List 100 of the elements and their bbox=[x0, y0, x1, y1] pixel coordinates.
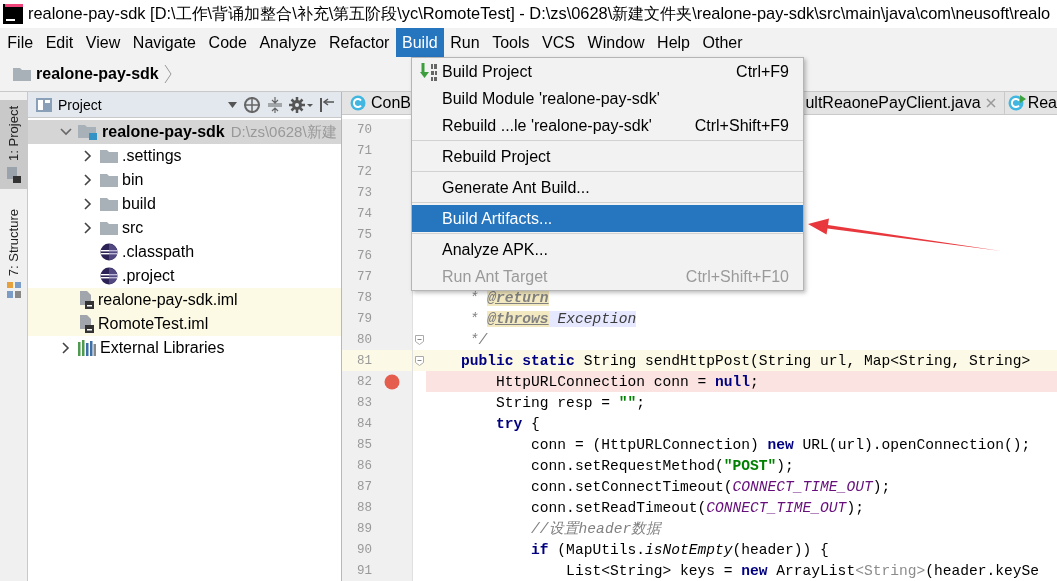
line-number: 84 bbox=[356, 416, 372, 431]
menu-item[interactable]: Generate Ant Build... bbox=[412, 174, 803, 201]
line-number: 91 bbox=[356, 563, 372, 578]
menu-item[interactable]: Run bbox=[443, 28, 486, 57]
menu-item[interactable]: Other bbox=[696, 28, 749, 57]
tree-row[interactable]: .classpath bbox=[28, 240, 341, 264]
tree-row[interactable]: RomoteTest.iml bbox=[28, 312, 341, 336]
line-number: 87 bbox=[356, 479, 372, 494]
line-number: 74 bbox=[356, 206, 372, 221]
tree-item-label: .settings bbox=[122, 147, 182, 165]
crosshair-icon[interactable] bbox=[243, 95, 261, 114]
menu-item[interactable]: File bbox=[1, 28, 40, 57]
line-number: 90 bbox=[356, 542, 372, 557]
fold-marker-icon[interactable] bbox=[415, 334, 424, 345]
menu-item[interactable]: Navigate bbox=[126, 28, 203, 57]
line-number: 71 bbox=[356, 143, 372, 158]
menu-item[interactable]: Rebuild ...le 'realone-pay-sdk' Ctrl+Shift+F9 bbox=[412, 112, 803, 139]
breadcrumb-item[interactable]: realone-pay-sdk bbox=[36, 65, 159, 83]
menu-item[interactable]: Build Project Ctrl+F9 bbox=[412, 58, 803, 85]
tree-item-label: realone-pay-sdk.iml bbox=[98, 291, 238, 309]
menu-item[interactable]: Refactor bbox=[322, 28, 396, 57]
tool-window-tab[interactable]: 1: Project bbox=[0, 100, 27, 189]
folder-icon bbox=[100, 197, 118, 211]
line-number: 86 bbox=[356, 458, 372, 473]
line-number: 85 bbox=[356, 437, 372, 452]
eclipse-file-icon bbox=[100, 267, 118, 285]
menu-item[interactable]: View bbox=[79, 28, 127, 57]
code-line: conn.setRequestMethod("POST"); bbox=[530, 457, 794, 474]
eclipse-file-icon bbox=[100, 243, 118, 261]
menu-item[interactable]: VCS bbox=[535, 28, 582, 57]
tree-item-label: .classpath bbox=[122, 243, 195, 261]
folder-icon bbox=[100, 173, 118, 187]
class-icon bbox=[350, 95, 366, 111]
code-line: */ bbox=[468, 331, 488, 348]
code-line: if (MapUtils.isNotEmpty(header)) { bbox=[530, 541, 829, 558]
line-number: 73 bbox=[356, 185, 372, 200]
line-number: 78 bbox=[356, 290, 372, 305]
code-line: List<String> keys = new ArrayList<String>(header.keySe bbox=[565, 562, 1040, 579]
code-line: conn = (HttpURLConnection) new URL(url).openConnection(); bbox=[530, 436, 1031, 453]
gear-icon[interactable] bbox=[289, 96, 313, 113]
folder-icon bbox=[100, 221, 118, 235]
line-number: 72 bbox=[356, 164, 372, 179]
tree-row[interactable]: bin bbox=[28, 168, 341, 192]
menu-item[interactable]: Help bbox=[650, 28, 697, 57]
tree-row[interactable]: build bbox=[28, 192, 341, 216]
runnable-class-icon bbox=[1007, 95, 1026, 111]
line-number: 79 bbox=[356, 311, 372, 326]
menu-item[interactable]: Analyze APK... bbox=[412, 236, 803, 263]
code-line: String resp = ""; bbox=[495, 394, 645, 411]
tree-row[interactable]: src bbox=[28, 216, 341, 240]
tree-row[interactable]: realone-pay-sdk.iml bbox=[28, 288, 341, 312]
menu-item[interactable]: Build Artifacts... bbox=[412, 205, 803, 232]
app-icon bbox=[3, 4, 23, 24]
menu-item[interactable]: Edit bbox=[39, 28, 80, 57]
window-title: realone-pay-sdk [D:\工作\背诵加整合\补充\第五阶段\yc\RomoteTest] - D:\zs\0628\新建文件夹\realone-pay-sdk\src\main\java\com\neusoft\realo bbox=[28, 3, 1051, 24]
caret-icon[interactable] bbox=[228, 101, 237, 108]
tree-item-label: RomoteTest.iml bbox=[98, 315, 209, 333]
code-line: conn.setConnectTimeout(CONNECT_TIME_OUT); bbox=[530, 478, 891, 495]
line-number: 88 bbox=[356, 500, 372, 515]
code-line: conn.setReadTimeout(CONNECT_TIME_OUT); bbox=[530, 499, 864, 516]
build-icon bbox=[420, 62, 438, 81]
code-line: try { bbox=[495, 415, 540, 432]
tree-item-label: build bbox=[122, 195, 156, 213]
menu-item[interactable]: Window bbox=[581, 28, 651, 57]
tree-item-label: External Libraries bbox=[100, 339, 225, 357]
line-number: 81 bbox=[356, 353, 372, 368]
folder-icon bbox=[100, 149, 118, 163]
menu-item[interactable]: Tools bbox=[485, 28, 536, 57]
tree-row[interactable]: External Libraries bbox=[28, 336, 341, 360]
structure-icon bbox=[6, 282, 21, 299]
collapse-icon[interactable] bbox=[267, 95, 283, 114]
breakpoint-icon[interactable] bbox=[384, 373, 400, 390]
tree-item-label: bin bbox=[122, 171, 144, 189]
panel-title[interactable]: Project bbox=[58, 96, 222, 113]
menu-item[interactable]: Code bbox=[202, 28, 254, 57]
tree-row[interactable]: realone-pay-sdk D:\zs\0628\新建 bbox=[28, 120, 341, 144]
fold-marker-icon[interactable] bbox=[415, 355, 424, 366]
line-number: 75 bbox=[356, 227, 372, 242]
menu-item[interactable]: Rebuild Project bbox=[412, 143, 803, 170]
tree-row[interactable]: .settings bbox=[28, 144, 341, 168]
line-number: 89 bbox=[356, 521, 372, 536]
folder-icon bbox=[6, 166, 21, 183]
line-number: 80 bbox=[356, 332, 372, 347]
module-file-icon bbox=[78, 291, 94, 309]
tree-item-label: realone-pay-sdk bbox=[102, 123, 225, 141]
project-view-icon bbox=[36, 97, 52, 112]
hide-panel-icon[interactable] bbox=[319, 96, 335, 113]
module-file-icon bbox=[78, 315, 94, 333]
code-line: public static String sendHttpPost(String url, Map<String, String> bbox=[460, 352, 1031, 369]
chevron-icon bbox=[163, 64, 172, 84]
module-folder-icon bbox=[78, 124, 98, 140]
tool-window-tab[interactable]: 7: Structure bbox=[0, 202, 27, 305]
module-path: D:\zs\0628\新建 bbox=[230, 122, 337, 142]
menu-item[interactable]: Analyze bbox=[253, 28, 323, 57]
tree-row[interactable]: .project bbox=[28, 264, 341, 288]
editor-tab[interactable]: Rea bbox=[1004, 92, 1057, 114]
code-line: //设置header数据 bbox=[530, 520, 662, 538]
folder-icon bbox=[13, 67, 31, 81]
line-number: 70 bbox=[356, 122, 372, 137]
menu-item[interactable]: Build bbox=[395, 28, 444, 57]
